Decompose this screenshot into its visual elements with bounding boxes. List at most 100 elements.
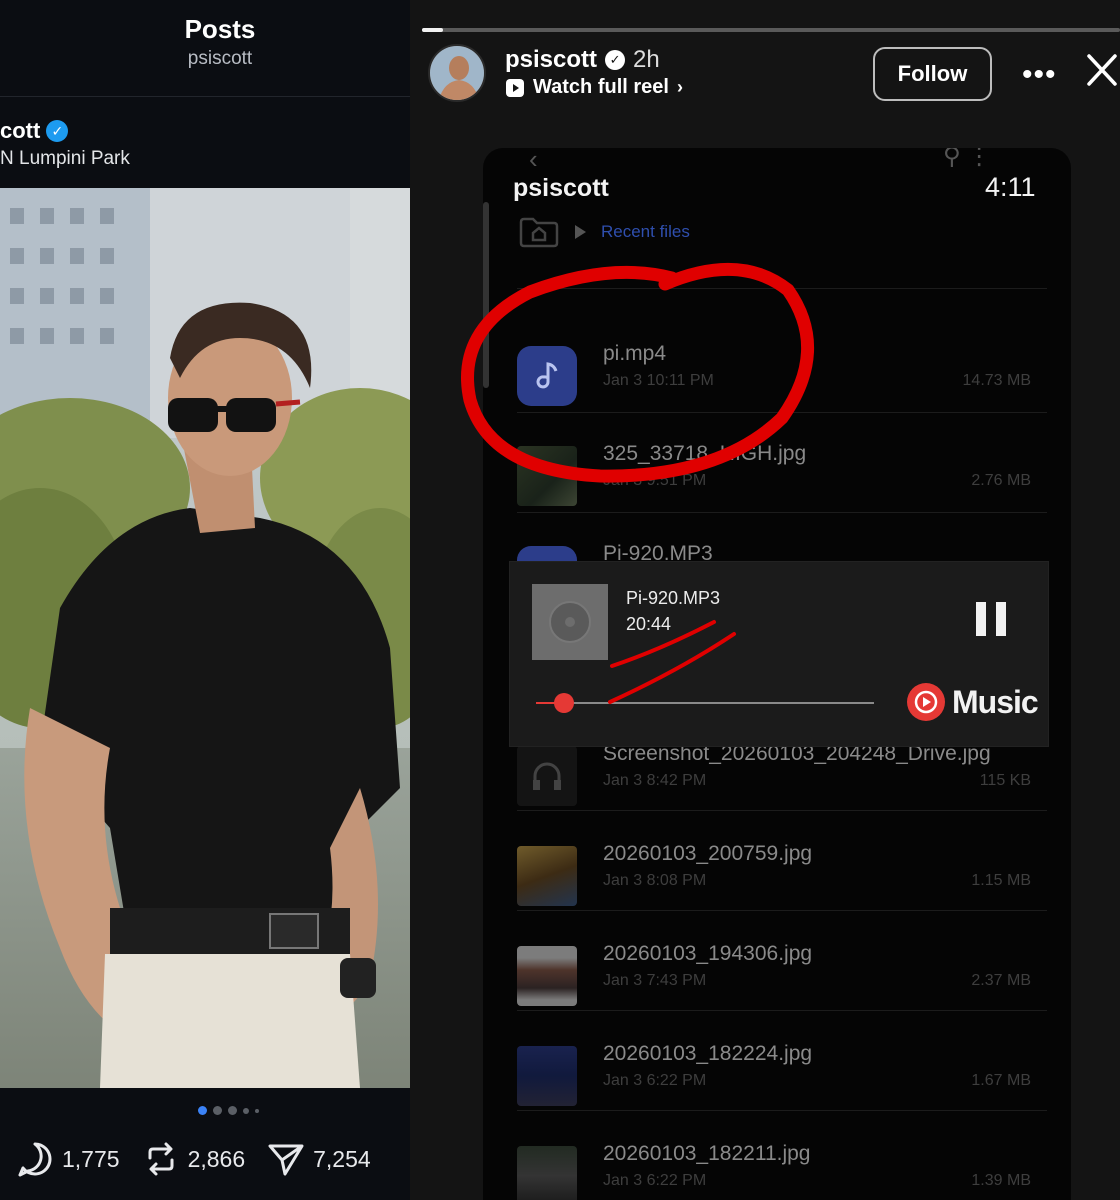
divider: [517, 810, 1047, 811]
mini-player: Pi-920.MP3 20:44 Music: [510, 562, 1048, 746]
music-brand: Music: [906, 682, 1039, 722]
page-title: Posts: [184, 14, 256, 44]
more-options-icon[interactable]: •••: [1022, 58, 1057, 92]
divider: [517, 1110, 1047, 1111]
file-size: 2.37 MB: [971, 972, 1031, 989]
share-count: 7,254: [313, 1145, 371, 1172]
list-item: 325_33718_HIGH.jpg Jan 3 9:51 PM 2.76 MB: [517, 438, 1047, 528]
reply-count: 1,775: [62, 1145, 120, 1172]
chevron-right-icon: ›: [676, 77, 683, 97]
carousel-dot[interactable]: [255, 1108, 259, 1113]
story-progress-bar: [422, 28, 1120, 32]
reply-button[interactable]: 1,775: [16, 1140, 120, 1178]
image-thumbnail: [517, 1046, 577, 1106]
play-triangle-icon: [575, 225, 586, 239]
avatar[interactable]: [428, 44, 486, 102]
story-timestamp: 2h: [633, 46, 660, 73]
file-size: 1.67 MB: [971, 1072, 1031, 1089]
player-elapsed-time: 20:44: [626, 614, 672, 634]
album-art: [532, 584, 608, 660]
story-viewer: psiscott ✓ 2h Watch full reel › Follow •…: [410, 0, 1120, 1200]
author-name[interactable]: cott: [0, 118, 40, 144]
carousel-dot[interactable]: [228, 1106, 237, 1115]
file-size: 14.73 MB: [962, 372, 1031, 389]
player-seek-bar: [536, 702, 874, 704]
post-photo-image: [0, 188, 410, 1088]
image-thumbnail: [517, 946, 577, 1006]
story-username[interactable]: psiscott ✓ 2h: [505, 46, 660, 74]
search-more-icons: ⚲ ⋮: [943, 148, 992, 170]
watch-reel-label[interactable]: Watch full reel: [533, 76, 669, 99]
file-name: 325_33718_HIGH.jpg: [603, 442, 807, 465]
repost-button[interactable]: 2,866: [142, 1140, 246, 1178]
file-date: Jan 3 7:43 PM: [603, 972, 707, 989]
carousel-dot[interactable]: [243, 1107, 249, 1114]
divider: [517, 512, 1047, 513]
file-date: Jan 3 6:22 PM: [603, 1072, 707, 1089]
breadcrumb: Recent files: [519, 216, 690, 248]
file-size: 1.39 MB: [971, 1172, 1031, 1189]
list-item: 20260103_182224.jpg Jan 3 6:22 PM 1.67 M…: [517, 1038, 1047, 1128]
carousel-dot[interactable]: [198, 1106, 207, 1115]
close-icon[interactable]: [1086, 50, 1118, 95]
carousel-indicator[interactable]: [198, 1106, 259, 1115]
carousel-dot[interactable]: [213, 1106, 222, 1115]
file-name: 20260103_200759.jpg: [603, 842, 813, 865]
phone-clock: 4:11: [985, 172, 1036, 202]
story-progress-fill: [422, 28, 443, 32]
follow-button[interactable]: Follow: [873, 47, 992, 101]
music-logo-icon: [907, 683, 945, 721]
list-item: 20260103_194306.jpg Jan 3 7:43 PM 2.37 M…: [517, 938, 1047, 1028]
file-date: Jan 3 8:08 PM: [603, 872, 707, 889]
divider: [517, 1010, 1047, 1011]
image-thumbnail: [517, 1146, 577, 1200]
verified-badge-icon: ✓: [605, 50, 626, 70]
player-track-title: Pi-920.MP3: [626, 588, 721, 608]
post-author[interactable]: cott ✓: [0, 118, 69, 144]
post-location[interactable]: N Lumpini Park: [0, 148, 130, 170]
image-thumbnail: [517, 846, 577, 906]
divider: [517, 412, 1047, 413]
story-username-text[interactable]: psiscott: [505, 46, 597, 74]
watch-full-reel-link[interactable]: Watch full reel ›: [505, 76, 683, 99]
list-item: 20260103_182211.jpg Jan 3 6:22 PM 1.39 M…: [517, 1138, 1047, 1200]
file-size: 2.76 MB: [971, 472, 1031, 489]
post-panel: Posts psiscott cott ✓ N Lumpini Park 1,7…: [0, 0, 410, 1200]
scrollbar: [483, 202, 489, 388]
file-name: 20260103_182211.jpg: [603, 1142, 811, 1165]
list-item: Screenshot_20260103_204248_Drive.jpg Jan…: [517, 738, 1047, 828]
pause-icon: [976, 602, 1006, 636]
post-actions: 1,775 2,866 7,254: [16, 1140, 393, 1178]
avatar-image: [430, 46, 484, 100]
divider: [517, 288, 1047, 289]
file-date: Jan 3 6:22 PM: [603, 1172, 707, 1189]
file-size: 1.15 MB: [971, 872, 1031, 889]
verified-badge-icon: ✓: [46, 120, 69, 142]
repost-count: 2,866: [187, 1145, 246, 1172]
share-button[interactable]: 7,254: [267, 1140, 371, 1178]
file-date: Jan 3 8:42 PM: [603, 772, 707, 789]
image-thumbnail: [517, 446, 577, 506]
page-subtitle: psiscott: [187, 48, 253, 69]
headphones-icon: [533, 762, 561, 790]
file-date: Jan 3 10:11 PM: [603, 372, 714, 389]
file-size: 115 KB: [979, 772, 1031, 789]
repost-icon: [148, 1142, 174, 1176]
reply-icon: [18, 1142, 52, 1177]
reel-play-icon: [506, 78, 524, 97]
file-name: 20260103_182224.jpg: [603, 1042, 813, 1065]
audio-file-icon: [517, 346, 577, 406]
headphones-thumbnail: [517, 746, 577, 806]
player-seek-knob: [554, 693, 574, 713]
home-folder-icon: [519, 217, 559, 248]
list-item: 20260103_200759.jpg Jan 3 8:08 PM 1.15 M…: [517, 838, 1047, 928]
music-brand-label: Music: [952, 683, 1039, 720]
header-divider: [0, 96, 410, 97]
send-icon: [268, 1144, 304, 1176]
post-photo[interactable]: [0, 188, 410, 1088]
back-arrow-icon: ‹: [529, 148, 538, 174]
phone-title: psiscott: [513, 174, 609, 202]
disc-icon: [549, 601, 591, 643]
list-item: pi.mp4 Jan 3 10:11 PM 14.73 MB: [517, 338, 1047, 428]
file-name: 20260103_194306.jpg: [603, 942, 813, 965]
